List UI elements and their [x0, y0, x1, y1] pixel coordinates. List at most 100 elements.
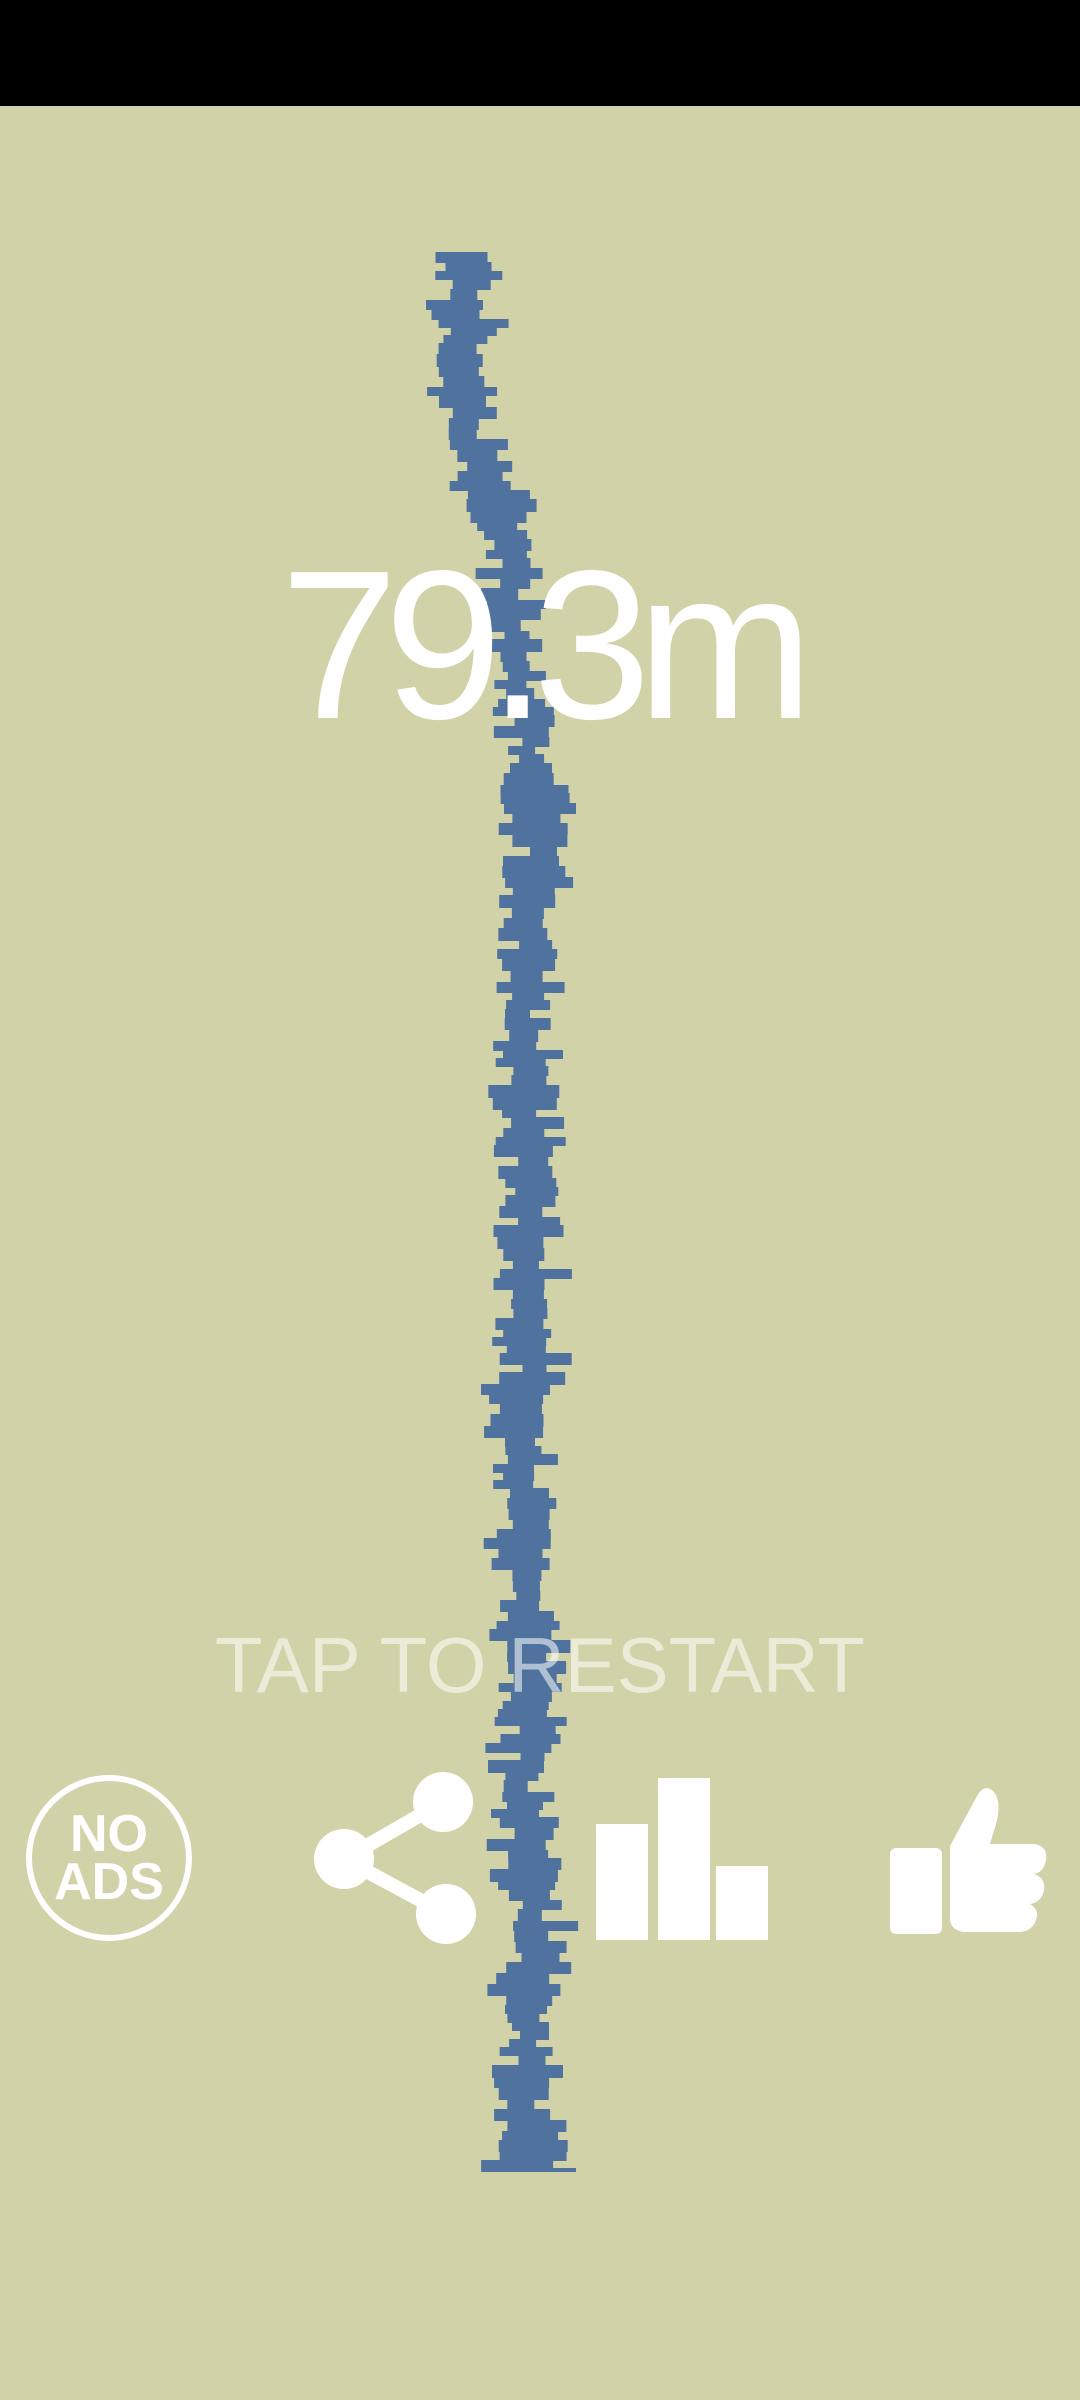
tower-block — [511, 1117, 565, 1129]
tower-block — [498, 1548, 543, 1559]
tower-block — [450, 289, 478, 301]
tower-block — [486, 1839, 546, 1851]
tower-block — [503, 1050, 563, 1059]
tower-block — [530, 846, 557, 857]
tower-block — [505, 1009, 530, 1019]
tower-block — [508, 1858, 562, 1870]
tower-block — [493, 1464, 534, 1473]
tower-block — [505, 1437, 535, 1447]
leaderboard-button[interactable] — [596, 1778, 768, 1940]
tower-block — [505, 1195, 556, 1207]
tower-block — [439, 395, 486, 408]
tower-block — [514, 1930, 549, 1942]
tower-block — [498, 823, 568, 835]
share-button[interactable] — [312, 1772, 480, 1946]
tower-block — [505, 1446, 542, 1455]
tower-block — [500, 1734, 561, 1744]
tower-block — [490, 1414, 544, 1427]
tower-block — [512, 813, 561, 824]
tower-block — [503, 918, 543, 929]
tower-block — [512, 2022, 549, 2031]
tower-block — [499, 2047, 553, 2056]
share-icon — [314, 1772, 476, 1944]
tower-block — [487, 1984, 561, 1996]
tower-block — [500, 1600, 540, 1612]
tower-block — [521, 1952, 560, 1963]
tower-block — [498, 1881, 556, 1890]
tower-block — [493, 1225, 564, 1237]
tower-block — [509, 2039, 537, 2048]
tower-block — [488, 1085, 560, 1098]
like-button[interactable] — [888, 1780, 1050, 1938]
tower-block — [505, 877, 574, 888]
block-tower — [426, 252, 579, 2172]
tower-block — [517, 1909, 542, 1922]
tower-block — [493, 1480, 534, 1489]
tower-block — [491, 1809, 539, 1818]
tower-block — [457, 449, 498, 462]
tower-block — [426, 300, 483, 310]
tower-block — [506, 1345, 546, 1354]
tap-to-restart-prompt[interactable]: TAP TO RESTART — [0, 1620, 1080, 1710]
tower-block — [512, 1289, 544, 1300]
tower-block — [498, 2140, 568, 2152]
tower-block — [516, 1591, 541, 1601]
no-ads-button[interactable]: NO ADS — [26, 1775, 192, 1941]
tower-block — [498, 2087, 549, 2100]
tower-block — [518, 2055, 546, 2066]
tower-block — [500, 793, 570, 804]
tower-block — [498, 928, 548, 941]
tower-block — [503, 1128, 545, 1138]
tower-block — [510, 970, 543, 983]
tower-block — [503, 773, 554, 786]
tower-block — [438, 343, 477, 355]
tower-block — [492, 1097, 557, 1110]
thumbs-up-icon — [890, 1788, 1047, 1934]
tower-block — [467, 490, 530, 500]
tower-block — [497, 949, 558, 959]
tower-block — [488, 1760, 544, 1773]
tower-block — [511, 1299, 548, 1309]
tower-block — [495, 1137, 566, 1146]
tower-block — [512, 1519, 549, 1530]
tower-block — [511, 907, 544, 919]
tower-block — [448, 418, 479, 430]
tower-block — [499, 1372, 566, 1385]
tower-block — [509, 1029, 539, 1042]
tower-block — [427, 387, 498, 396]
tower-block — [470, 511, 527, 523]
tower-block — [502, 2131, 559, 2141]
tower-block — [481, 1384, 550, 1395]
tower-block — [450, 327, 497, 336]
tower-block — [438, 319, 509, 328]
tower-block — [503, 1780, 528, 1793]
tower-block — [492, 2065, 563, 2078]
tower-block — [493, 1041, 537, 1051]
tower-block — [497, 1236, 544, 1249]
tower-block — [512, 834, 568, 847]
tower-block — [505, 1772, 539, 1781]
tower-block — [449, 481, 511, 491]
tower-block — [508, 1889, 550, 1901]
tower-block — [512, 1260, 539, 1270]
tower-block — [498, 1166, 553, 1179]
score-display: 79.3m — [280, 526, 813, 763]
tower-block — [515, 1941, 567, 1953]
tower-block — [485, 1743, 552, 1753]
tower-block — [522, 1364, 547, 1373]
tower-block — [513, 1066, 549, 1076]
tower-block — [502, 958, 556, 971]
tower-block — [496, 982, 565, 993]
tower-block — [502, 1792, 555, 1802]
tower-block — [508, 1850, 549, 1859]
tower-block — [466, 499, 537, 512]
tower-block — [513, 1921, 579, 1931]
tower-block — [507, 2099, 535, 2110]
tower-block — [504, 803, 576, 814]
tower-block — [431, 309, 480, 320]
tower-block — [502, 866, 566, 878]
tower-block — [518, 1217, 561, 1226]
tower-block — [495, 1058, 546, 1067]
tower-block — [522, 1900, 562, 1910]
tower-block — [499, 2151, 567, 2161]
